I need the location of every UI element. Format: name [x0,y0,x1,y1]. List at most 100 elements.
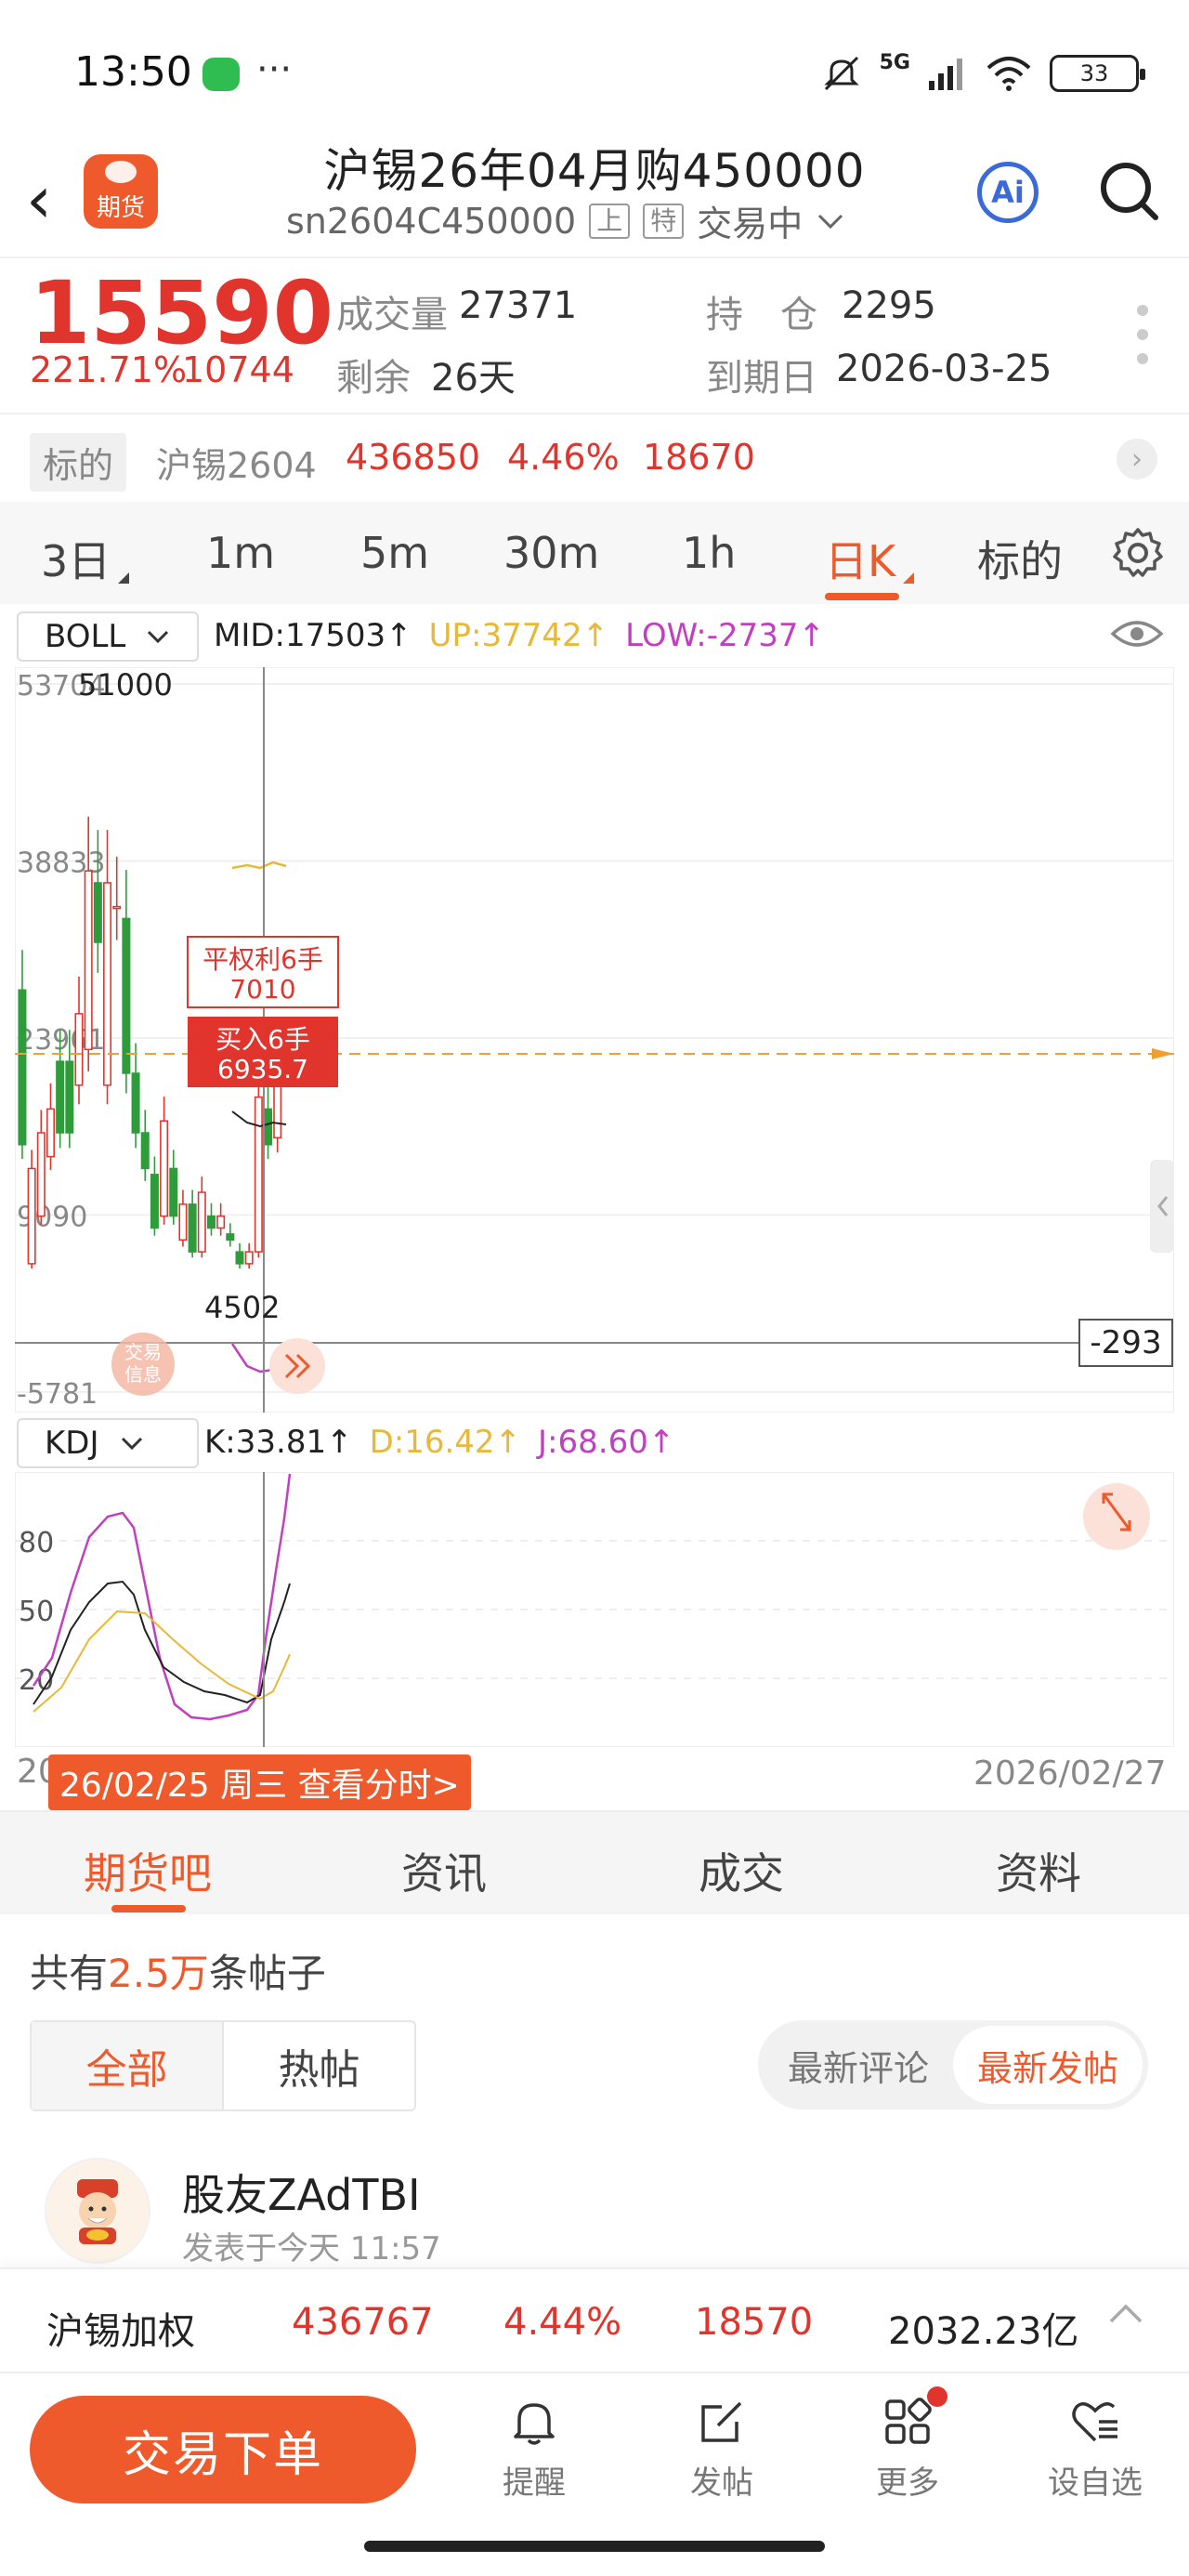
date-axis-right: 2026/02/27 [973,1755,1167,1793]
filter-hot[interactable]: 热帖 [224,2022,414,2109]
main-indicator-select[interactable]: BOLL [17,611,199,662]
candle-body [160,1120,169,1217]
expand-icon[interactable] [1083,1483,1150,1550]
candle-body [103,882,112,1086]
underlying-tag: 标的 [30,433,127,492]
nav-post[interactable]: 发帖 [661,2394,782,2503]
tab-trades[interactable]: 成交 [699,1840,784,1901]
selected-date-pill[interactable]: 26/02/25 周三 查看分时> [48,1755,471,1810]
candle-body [206,1215,216,1229]
y-tick-label: -5781 [17,1378,98,1411]
chevron-down-icon [818,214,843,229]
title-bar: ‹ 期货 沪锡26年04月购450000 sn2604C450000 上 特 交… [0,130,1189,256]
post-username[interactable]: 股友ZAdTBI [182,2162,421,2223]
more-vertical-icon[interactable] [1137,305,1150,364]
tab-label: 日K [825,536,896,586]
underlying-price: 436850 [346,437,481,478]
candle-body [188,1203,197,1253]
trade-order-button[interactable]: 交易下单 [30,2396,416,2504]
side-drawer-handle[interactable] [1150,1160,1174,1253]
boll-values: MID:17503↑ UP:37742↑ LOW:-2737↑ [214,617,825,654]
exchange-tag: 上 [589,203,631,239]
candle-body [84,870,93,1051]
candle-body [65,1060,74,1134]
special-tag: 特 [643,203,685,239]
tab-profile[interactable]: 资料 [996,1840,1081,1901]
fortune-god-avatar-icon [77,2179,118,2244]
mute-icon [824,56,859,91]
expiry-value: 2026-03-25 [836,348,1052,390]
candle-body [56,1060,65,1134]
gear-icon[interactable] [1111,526,1165,580]
expiry-label: 到期日 [706,357,817,400]
candle-body [36,1132,46,1217]
candle-body [27,1167,36,1265]
kdj-j: J:68.60↑ [538,1424,675,1461]
signal-icon [929,59,962,90]
kdj-chart[interactable]: 80 50 20 [15,1472,1174,1747]
remaining-label: 剩余 [336,357,411,400]
tab-30m[interactable]: 30m [503,528,599,578]
tab-3-day[interactable]: 3日 [41,528,130,589]
candle-body [264,1108,273,1146]
ai-button[interactable]: Ai [977,162,1039,223]
candle-body [140,1132,150,1170]
candlestick-chart[interactable]: 5370438833239619090-5781 51000 4502 平权利6… [15,667,1174,1413]
sub-indicator-select[interactable]: KDJ [17,1418,199,1468]
status-more-dots: ··· [256,48,293,91]
notification-dot [927,2386,947,2407]
wechat-icon [203,58,240,91]
kdj-tick-50: 50 [19,1596,54,1628]
sort-latest-post[interactable]: 最新发帖 [953,2026,1143,2104]
change-value: 10744 [182,349,294,390]
nav-watchlist[interactable]: 设自选 [1035,2394,1156,2503]
chevron-up-icon[interactable] [1107,2301,1144,2327]
tab-underlying[interactable]: 标的 [977,528,1063,589]
eye-icon[interactable] [1109,615,1165,652]
bell-icon [514,2403,555,2445]
active-tab-underline [111,1905,186,1912]
nav-more[interactable]: 更多 [847,2394,968,2503]
nav-remind[interactable]: 提醒 [474,2394,594,2503]
active-tab-underline [825,593,899,600]
contract-subtitle[interactable]: sn2604C450000 上 特 交易中 [286,195,845,246]
boll-low: LOW:-2737↑ [625,617,826,654]
tab-news[interactable]: 资讯 [401,1840,487,1901]
tab-label: 3日 [41,536,111,586]
candle-body [244,1251,254,1265]
sort-latest-comment[interactable]: 最新评论 [764,2026,953,2104]
remaining-value: 26天 [431,357,516,400]
ticker-amount: 2032.23亿 [888,2310,1079,2353]
tab-5m[interactable]: 5m [360,528,429,578]
kdj-d: D:16.42↑ [369,1424,522,1461]
nav-remind-label: 提醒 [503,2464,566,2502]
quote-panel: 15590 221.71% 10744 成交量 27371 持 仓 2295 剩… [0,256,1189,413]
tab-forum[interactable]: 期货吧 [84,1840,212,1901]
candle-body [254,1096,263,1253]
tab-1m[interactable]: 1m [206,528,275,578]
current-value-label: -293 [1090,1324,1161,1361]
post-count-prefix: 共有 [30,1951,109,1996]
boll-up: UP:37742↑ [428,617,609,654]
underlying-change: 18670 [643,437,755,478]
candle-body [216,1215,226,1229]
tab-1h[interactable]: 1h [682,528,736,578]
index-ticker[interactable]: 沪锡加权 436767 4.44% 18570 2032.23亿 [0,2267,1189,2372]
search-icon[interactable] [1096,158,1163,225]
post-sort: 最新评论 最新发帖 [758,2020,1148,2109]
candle-body [131,1072,140,1134]
trade-info-label: 交易 [124,1341,162,1363]
avatar[interactable] [45,2158,150,2264]
ticker-name: 沪锡加权 [46,2310,195,2353]
tab-daily-k[interactable]: 日K [825,528,915,589]
indicator-name: BOLL [45,618,126,655]
close-position-label: 平权利6手 [203,944,323,975]
open-interest-value: 2295 [842,284,936,327]
trade-info-label-2: 信息 [124,1363,162,1386]
nav-post-label: 发帖 [690,2464,753,2502]
indicator-name: KDJ [45,1425,99,1462]
filter-all[interactable]: 全部 [32,2022,224,2109]
chevron-right-icon[interactable]: › [1117,439,1157,480]
ticker-price: 436767 [292,2301,434,2344]
underlying-bar[interactable]: 标的 沪锡2604 436850 4.46% 18670 › [0,413,1189,500]
